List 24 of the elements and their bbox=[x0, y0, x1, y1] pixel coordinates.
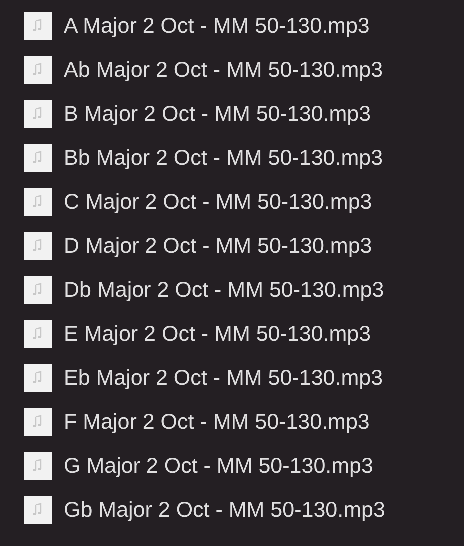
audio-file-icon bbox=[24, 276, 52, 304]
file-name[interactable]: G Major 2 Oct - MM 50-130.mp3 bbox=[64, 454, 374, 478]
file-name[interactable]: Bb Major 2 Oct - MM 50-130.mp3 bbox=[64, 146, 384, 170]
audio-file-icon bbox=[24, 364, 52, 392]
file-name[interactable]: D Major 2 Oct - MM 50-130.mp3 bbox=[64, 234, 372, 258]
audio-file-icon bbox=[24, 496, 52, 524]
file-name[interactable]: Ab Major 2 Oct - MM 50-130.mp3 bbox=[64, 58, 384, 82]
audio-file-icon bbox=[24, 232, 52, 260]
audio-file-icon bbox=[24, 144, 52, 172]
file-name[interactable]: F Major 2 Oct - MM 50-130.mp3 bbox=[64, 410, 370, 434]
file-name[interactable]: C Major 2 Oct - MM 50-130.mp3 bbox=[64, 190, 372, 214]
audio-file-icon bbox=[24, 100, 52, 128]
audio-file-icon bbox=[24, 188, 52, 216]
audio-file-icon bbox=[24, 320, 52, 348]
file-name[interactable]: B Major 2 Oct - MM 50-130.mp3 bbox=[64, 102, 372, 126]
file-name[interactable]: E Major 2 Oct - MM 50-130.mp3 bbox=[64, 322, 372, 346]
file-name[interactable]: A Major 2 Oct - MM 50-130.mp3 bbox=[64, 14, 370, 38]
file-name[interactable]: Gb Major 2 Oct - MM 50-130.mp3 bbox=[64, 498, 386, 522]
audio-file-icon bbox=[24, 56, 52, 84]
audio-file-icon bbox=[24, 12, 52, 40]
audio-file-icon bbox=[24, 408, 52, 436]
file-name[interactable]: Db Major 2 Oct - MM 50-130.mp3 bbox=[64, 278, 384, 302]
audio-file-icon bbox=[24, 452, 52, 480]
file-name[interactable]: Eb Major 2 Oct - MM 50-130.mp3 bbox=[64, 366, 384, 390]
